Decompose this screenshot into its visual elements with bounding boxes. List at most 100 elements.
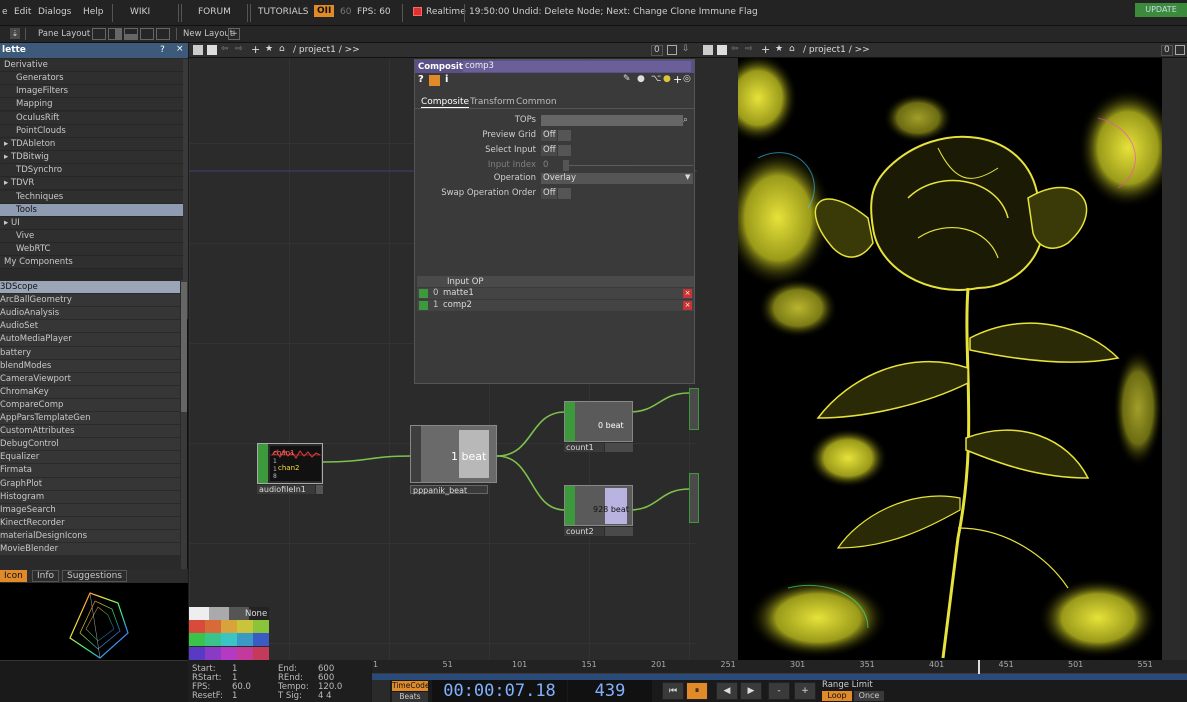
palette-component-item[interactable]: ChromaKey [0,385,180,399]
tab-composite[interactable]: Composite [421,97,470,108]
swatch-sky[interactable] [237,633,253,647]
preview-grid-toggle-box[interactable] [558,130,571,141]
palette-component-item[interactable]: Equalizer [0,451,180,465]
palette-component-item[interactable]: AppParsTemplateGen [0,412,180,426]
frame-plus-icon[interactable]: + [794,682,816,700]
frame-minus-icon[interactable]: - [768,682,790,700]
info-icon[interactable]: i [445,74,448,85]
loop-button[interactable]: Loop [822,691,852,701]
input-op-name[interactable]: matte1 [443,288,474,298]
new-layout-label[interactable]: New Layout [183,29,233,39]
rewind-to-start-icon[interactable]: ⏮ [662,682,684,700]
node-flag-strip[interactable] [565,486,575,525]
swatch-blue[interactable] [253,633,269,647]
add-param-icon[interactable]: + [673,73,682,86]
node-label-beat[interactable]: pppanik_beat [410,485,488,495]
viewer-pane-type-icon[interactable] [703,45,713,55]
pane-icon[interactable]: ⇣ [10,28,20,39]
swatch-lime[interactable] [253,620,269,633]
input-op-name[interactable]: comp2 [443,300,472,310]
forward-icon[interactable]: ⇨ [235,44,243,54]
node-label-count1[interactable]: count1 [564,443,604,452]
help-icon[interactable]: ? [418,74,424,85]
add-node-icon[interactable]: + [251,43,260,56]
pane-type-icon[interactable] [193,45,203,55]
language-icon[interactable]: ● [663,74,671,84]
comment-icon[interactable]: ● [637,74,645,84]
network-zero-indicator[interactable]: 0 [651,45,663,56]
node-flag-strip[interactable] [258,444,268,483]
viewer-back-icon[interactable]: ⇦ [731,44,739,54]
maximize-icon[interactable] [667,45,677,55]
input-op-row[interactable]: 1 comp2 × [417,300,694,311]
swatch-violet[interactable] [205,646,221,660]
swatch-teal[interactable] [205,633,221,647]
palette-category-item[interactable]: ▸ TDBitwig [0,151,183,165]
palette-category-item[interactable]: PointClouds [0,124,183,138]
menu-file[interactable]: e [2,7,8,17]
network-gutter[interactable] [689,58,738,660]
palette-component-item[interactable]: AutoMediaPlayer [0,333,180,347]
realtime-checkbox[interactable] [413,7,422,16]
update-button[interactable]: UPDATE [1135,3,1187,17]
pane-layout-label[interactable]: Pane Layout [38,29,90,39]
layout-split-v-icon[interactable] [108,28,122,40]
frame-display[interactable]: 439 [568,680,652,702]
node-flag-strip[interactable] [565,402,575,441]
node-count2[interactable]: 928 beat [564,485,633,526]
once-button[interactable]: Once [854,691,884,701]
move-up-icon[interactable] [419,301,428,310]
palette-component-item[interactable]: 3DScope [0,281,180,295]
palette-category-item[interactable]: TDSynchro [0,164,183,178]
swatch-cyan[interactable] [221,633,237,647]
beats-toggle[interactable]: Beats [392,692,428,702]
palette-category-item[interactable]: Derivative [0,59,183,72]
layout-split-h-icon[interactable] [124,28,138,40]
menu-forum[interactable]: FORUM [198,7,231,17]
swatch-purple[interactable] [221,646,237,660]
menu-wiki[interactable]: WIKI [130,7,150,17]
palette-component-item[interactable]: ArcBallGeometry [0,294,180,308]
swatch-amber[interactable] [221,620,237,633]
back-icon[interactable]: ⇦ [221,44,229,54]
python-icon[interactable]: ⌥ [651,74,661,84]
swatch-orange[interactable] [205,620,221,633]
play-icon[interactable]: ▶ [740,682,762,700]
remove-input-icon[interactable]: × [683,301,692,310]
node-count2-flags[interactable] [605,527,633,536]
palette-category-item[interactable]: Vive [0,229,183,243]
tops-field[interactable] [541,115,683,126]
edit-icon[interactable]: ✎ [623,74,631,84]
palette-component-item[interactable]: KinectRecorder [0,516,180,530]
swatch-pink[interactable] [253,646,269,660]
palette-component-item[interactable]: CameraViewport [0,372,180,386]
palette-category-item[interactable]: Mapping [0,98,183,112]
palette-category-item[interactable]: ▸ TDVR [0,177,183,191]
input-index-slider-track[interactable] [569,165,693,166]
move-up-icon[interactable] [419,289,428,298]
palette-component-item[interactable]: Firmata [0,464,180,478]
palette-category-item[interactable]: Generators [0,72,183,86]
swatch-none-label[interactable]: None [245,609,267,619]
pane-menu-icon[interactable] [207,45,217,55]
layout-quad-icon[interactable] [140,28,154,40]
viewer-forward-icon[interactable]: ⇨ [745,44,753,54]
pause-icon[interactable]: ⏸ [686,682,708,700]
offscreen-node-b[interactable] [689,473,699,523]
node-label-audiofilein[interactable]: audiofileIn1 [257,485,315,494]
menu-dialogs[interactable]: Dialogs [38,7,71,17]
step-back-icon[interactable]: ◀ [716,682,738,700]
top-viewer[interactable] [738,58,1162,660]
swatch-magenta[interactable] [237,646,253,660]
viewer-add-icon[interactable]: + [761,43,770,56]
tops-browse-icon[interactable]: ⌕ [683,115,688,125]
palette-component-item[interactable]: materialDesignIcons [0,529,180,544]
input-index-field[interactable]: 0 [541,160,561,171]
node-viewer-toggle[interactable] [316,485,323,494]
palette-component-item[interactable]: CustomAttributes [0,425,180,439]
palette-category-item[interactable]: WebRTC [0,243,183,257]
node-count1[interactable]: 0 beat [564,401,633,442]
viewer-maximize-icon[interactable] [1175,45,1185,55]
split-icon[interactable]: ⇩ [682,44,690,54]
palette-component-item[interactable]: Histogram [0,490,180,504]
